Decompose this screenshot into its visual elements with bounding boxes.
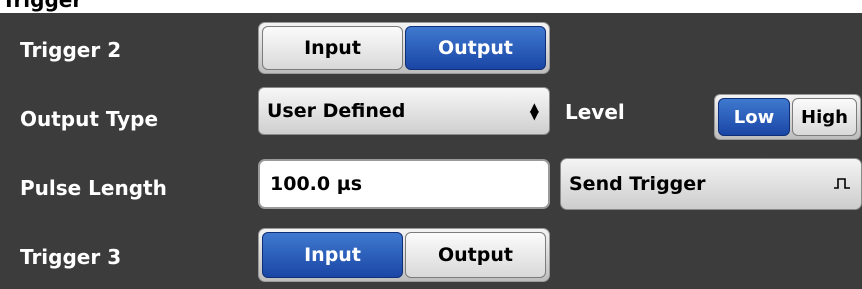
send-trigger-button[interactable]: Send Trigger [560,158,862,210]
level-low-option[interactable]: Low [718,98,790,136]
pulse-length-input[interactable]: 100.0 µs [258,159,550,209]
level-label: Level [565,100,625,124]
trigger3-output-option[interactable]: Output [405,232,546,278]
section-header: Trigger [0,0,862,13]
trigger2-output-option[interactable]: Output [405,26,546,70]
trigger2-direction-toggle: Input Output [258,22,550,74]
trigger3-label: Trigger 3 [20,245,122,269]
pulse-icon [833,173,851,195]
updown-arrow-icon: ▲ ▼ [529,100,539,122]
trigger2-input-option[interactable]: Input [262,26,403,70]
level-high-option[interactable]: High [792,98,857,136]
send-trigger-label: Send Trigger [569,173,706,195]
output-type-value: User Defined [267,100,406,122]
trigger3-direction-toggle: Input Output [258,228,550,282]
output-type-label: Output Type [20,107,159,131]
trigger2-label: Trigger 2 [20,38,122,62]
level-toggle: Low High [714,94,861,140]
output-type-select[interactable]: User Defined ▲ ▼ [258,87,550,135]
pulse-length-value: 100.0 µs [270,173,363,195]
trigger3-input-option[interactable]: Input [262,232,403,278]
pulse-length-label: Pulse Length [20,176,167,200]
section-title: Trigger [2,0,83,12]
